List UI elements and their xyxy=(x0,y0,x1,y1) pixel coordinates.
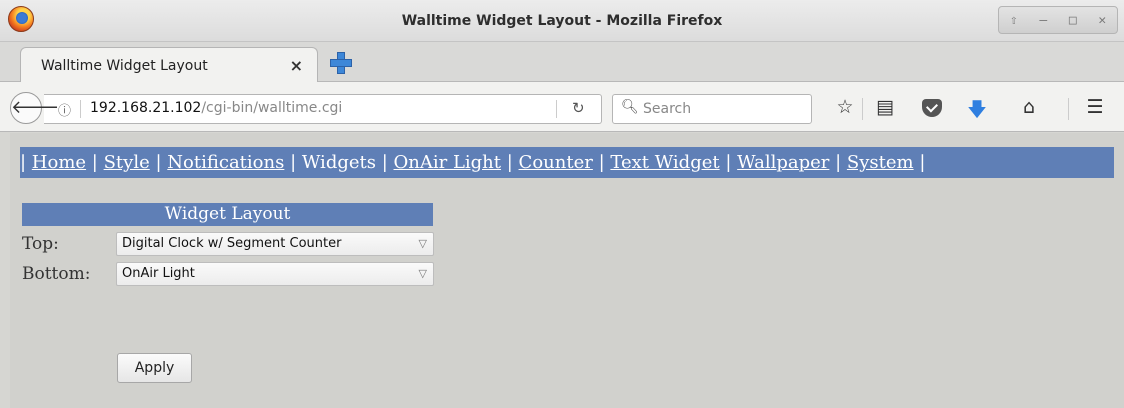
new-tab-icon[interactable] xyxy=(328,50,352,74)
chevron-down-icon: ▽ xyxy=(418,267,427,280)
reading-list-icon[interactable]: ▤ xyxy=(872,96,898,118)
bookmark-star-icon[interactable]: ☆ xyxy=(832,96,858,118)
menu-icon[interactable]: ☰ xyxy=(1082,96,1108,118)
close-window-icon[interactable]: ✕ xyxy=(1098,13,1106,28)
bottom-widget-select[interactable]: OnAir Light ▽ xyxy=(116,262,434,286)
window-controls: ⇧ – □ ✕ xyxy=(998,6,1118,34)
search-icon: 🔍︎ xyxy=(621,99,639,115)
top-widget-value: Digital Clock w/ Segment Counter xyxy=(122,236,342,251)
url-bar[interactable]: ⓘ 192.168.21.102/cgi-bin/walltime.cgi ↻ xyxy=(44,94,602,124)
maximize-icon[interactable]: □ xyxy=(1069,13,1077,28)
nav-notifications[interactable]: Notifications xyxy=(167,152,284,173)
nav-wallpaper[interactable]: Wallpaper xyxy=(737,152,829,173)
url-path: /cgi-bin/walltime.cgi xyxy=(201,100,343,116)
nav-widgets[interactable]: Widgets xyxy=(302,152,376,173)
nav-counter[interactable]: Counter xyxy=(519,152,593,173)
tab-label: Walltime Widget Layout xyxy=(41,58,208,74)
nav-home[interactable]: Home xyxy=(32,152,86,173)
info-icon[interactable]: ⓘ xyxy=(58,100,71,119)
window-title: Walltime Widget Layout - Mozilla Firefox xyxy=(401,13,723,29)
nav-onair-light[interactable]: OnAir Light xyxy=(394,152,502,173)
apply-button[interactable]: Apply xyxy=(117,353,192,383)
url-host: 192.168.21.102 xyxy=(90,100,202,116)
url-text[interactable]: 192.168.21.102/cgi-bin/walltime.cgi xyxy=(90,100,342,116)
nav-style[interactable]: Style xyxy=(104,152,150,173)
top-widget-select[interactable]: Digital Clock w/ Segment Counter ▽ xyxy=(116,232,434,256)
home-icon[interactable]: ⌂ xyxy=(1016,96,1042,118)
window-titlebar: Walltime Widget Layout - Mozilla Firefox… xyxy=(0,0,1124,42)
back-button[interactable]: 🡐 xyxy=(10,92,59,124)
top-label: Top: xyxy=(22,234,59,254)
tab-strip: Walltime Widget Layout × xyxy=(0,42,1124,83)
chevron-down-icon: ▽ xyxy=(418,237,427,250)
url-divider-right xyxy=(556,100,557,118)
navigation-bar: ⓘ 192.168.21.102/cgi-bin/walltime.cgi ↻ … xyxy=(0,82,1124,132)
nav-system[interactable]: System xyxy=(847,152,914,173)
bottom-widget-value: OnAir Light xyxy=(122,266,195,281)
tab-close-icon[interactable]: × xyxy=(290,56,303,75)
pocket-icon[interactable] xyxy=(922,99,942,117)
url-divider xyxy=(80,100,81,118)
panel-title: Widget Layout xyxy=(22,203,433,226)
tab-walltime[interactable]: Walltime Widget Layout × xyxy=(20,47,318,83)
site-nav-bar: | Home | Style | Notifications | Widgets… xyxy=(20,147,1114,178)
minimize-icon[interactable]: – xyxy=(1039,13,1047,28)
toolbar-divider xyxy=(1068,98,1069,120)
page-content: | Home | Style | Notifications | Widgets… xyxy=(10,133,1124,408)
back-arrow-icon: 🡐 xyxy=(11,97,60,118)
window-shade-icon[interactable]: ⇧ xyxy=(1010,13,1018,28)
reload-icon[interactable]: ↻ xyxy=(572,99,585,117)
bottom-label: Bottom: xyxy=(22,264,91,284)
search-input[interactable] xyxy=(643,98,803,120)
nav-text-widget[interactable]: Text Widget xyxy=(610,152,719,173)
toolbar-divider xyxy=(862,98,863,120)
search-bar[interactable]: 🔍︎ xyxy=(612,94,812,124)
download-icon[interactable]: 🡇 xyxy=(964,96,990,128)
